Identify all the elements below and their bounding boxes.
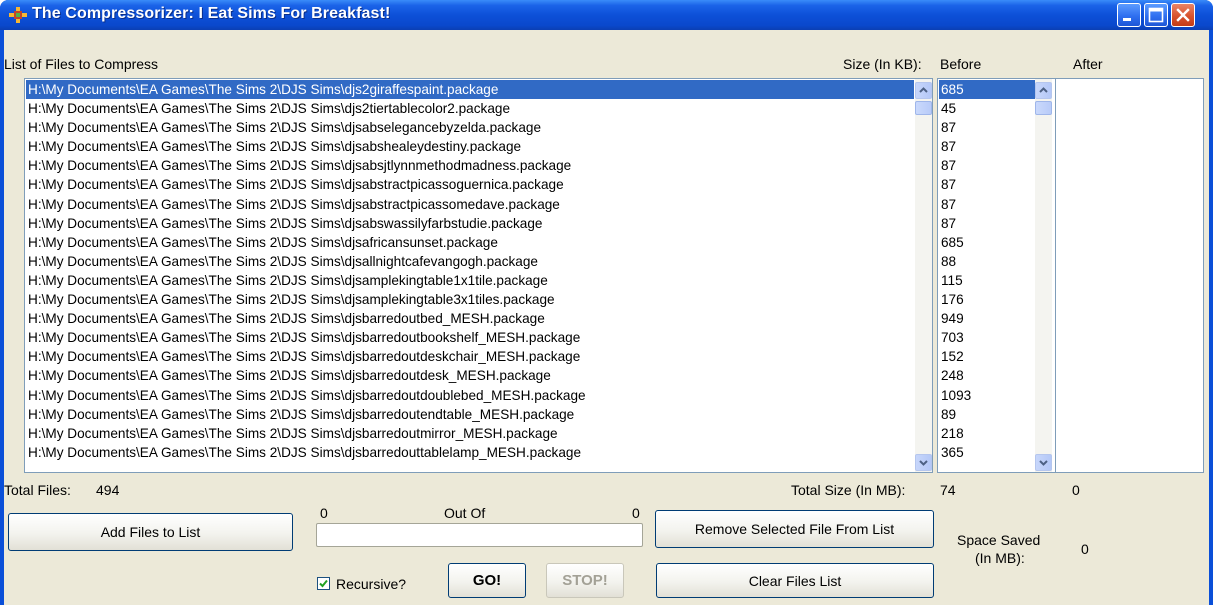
before-size-item[interactable]: 87 — [939, 156, 1049, 175]
progress-bar — [316, 523, 643, 547]
file-list-item[interactable]: H:\My Documents\EA Games\The Sims 2\DJS … — [26, 347, 914, 366]
app-icon — [9, 7, 27, 23]
files-list-label: List of Files to Compress — [4, 56, 159, 72]
maximize-button[interactable] — [1144, 3, 1168, 27]
total-size-after-value: 0 — [1072, 482, 1080, 498]
before-size-item[interactable]: 703 — [939, 328, 1049, 347]
minimize-button[interactable] — [1117, 3, 1141, 27]
total-size-label: Total Size (In MB): — [791, 482, 906, 498]
file-list-item[interactable]: H:\My Documents\EA Games\The Sims 2\DJS … — [26, 290, 914, 309]
file-list-item[interactable]: H:\My Documents\EA Games\The Sims 2\DJS … — [26, 386, 914, 405]
after-column-label: After — [1073, 56, 1103, 72]
file-list-item[interactable]: H:\My Documents\EA Games\The Sims 2\DJS … — [26, 80, 914, 100]
before-size-item[interactable]: 87 — [939, 214, 1049, 233]
file-list-item[interactable]: H:\My Documents\EA Games\The Sims 2\DJS … — [26, 156, 914, 175]
progress-total: 0 — [632, 505, 640, 521]
file-list-item[interactable]: H:\My Documents\EA Games\The Sims 2\DJS … — [26, 405, 914, 424]
space-saved-label-line1: Space Saved — [957, 532, 1041, 548]
recursive-check-box[interactable] — [317, 577, 330, 590]
file-list-item[interactable]: H:\My Documents\EA Games\The Sims 2\DJS … — [26, 118, 914, 137]
total-files-value: 494 — [96, 482, 120, 498]
go-button[interactable]: GO! — [448, 563, 526, 598]
file-list-item[interactable]: H:\My Documents\EA Games\The Sims 2\DJS … — [26, 195, 914, 214]
before-size-rows: 685 45 87 87 87 87 87 87 685 88 115 176 949 703 152 248… — [939, 80, 1049, 462]
file-list-item[interactable]: H:\My Documents\EA Games\The Sims 2\DJS … — [26, 443, 914, 462]
title-bar[interactable]: The Compressorizer: I Eat Sims For Break… — [0, 0, 1213, 30]
total-size-before-value: 74 — [940, 482, 956, 498]
before-size-item[interactable]: 88 — [939, 252, 1049, 271]
before-size-item[interactable]: 248 — [939, 366, 1049, 385]
after-size-listbox[interactable] — [1055, 78, 1204, 473]
maximize-icon — [1148, 7, 1164, 23]
total-files-label: Total Files: — [4, 482, 71, 498]
stop-button[interactable]: STOP! — [546, 563, 624, 598]
file-listbox[interactable]: H:\My Documents\EA Games\The Sims 2\DJS … — [24, 78, 933, 473]
file-list-scroll-up[interactable] — [915, 82, 932, 99]
space-saved-value: 0 — [1081, 541, 1089, 557]
chevron-down-icon — [919, 460, 928, 466]
size-list-scroll-thumb[interactable] — [1035, 101, 1052, 115]
before-size-item[interactable]: 176 — [939, 290, 1049, 309]
remove-selected-button[interactable]: Remove Selected File From List — [655, 510, 934, 548]
file-list-scroll-thumb[interactable] — [915, 101, 932, 115]
checkmark-icon — [319, 579, 328, 588]
recursive-checkbox[interactable]: Recursive? — [317, 574, 437, 594]
before-size-item[interactable]: 685 — [939, 80, 1049, 100]
client-area: List of Files to Compress Size (In KB): … — [4, 30, 1209, 605]
before-size-item[interactable]: 1093 — [939, 386, 1049, 405]
file-list-item[interactable]: H:\My Documents\EA Games\The Sims 2\DJS … — [26, 271, 914, 290]
before-size-item[interactable]: 87 — [939, 175, 1049, 194]
before-size-item[interactable]: 89 — [939, 405, 1049, 424]
before-column-label: Before — [940, 56, 982, 72]
chevron-up-icon — [1039, 87, 1048, 93]
size-list-scroll-down[interactable] — [1035, 454, 1052, 471]
before-size-item[interactable]: 87 — [939, 195, 1049, 214]
clear-files-button[interactable]: Clear Files List — [656, 563, 934, 598]
file-list-item[interactable]: H:\My Documents\EA Games\The Sims 2\DJS … — [26, 328, 914, 347]
file-list-item[interactable]: H:\My Documents\EA Games\The Sims 2\DJS … — [26, 252, 914, 271]
close-button[interactable] — [1171, 3, 1195, 27]
file-list-item[interactable]: H:\My Documents\EA Games\The Sims 2\DJS … — [26, 424, 914, 443]
size-list-scroll-up[interactable] — [1035, 82, 1052, 99]
progress-out-of-label: Out Of — [444, 505, 486, 521]
file-list-item[interactable]: H:\My Documents\EA Games\The Sims 2\DJS … — [26, 233, 914, 252]
file-list-scrollbar[interactable] — [915, 79, 932, 472]
before-size-item[interactable]: 87 — [939, 118, 1049, 137]
file-list-item[interactable]: H:\My Documents\EA Games\The Sims 2\DJS … — [26, 366, 914, 385]
progress-current: 0 — [320, 505, 328, 521]
space-saved-label-line2: (In MB): — [975, 550, 1025, 566]
file-list-scroll-down[interactable] — [915, 454, 932, 471]
chevron-up-icon — [919, 87, 928, 93]
file-list-item[interactable]: H:\My Documents\EA Games\The Sims 2\DJS … — [26, 309, 914, 328]
before-size-item[interactable]: 218 — [939, 424, 1049, 443]
window-title: The Compressorizer: I Eat Sims For Break… — [32, 5, 391, 22]
app-window: The Compressorizer: I Eat Sims For Break… — [0, 0, 1213, 605]
before-size-item[interactable]: 87 — [939, 137, 1049, 156]
before-size-item[interactable]: 45 — [939, 99, 1049, 118]
file-list-item[interactable]: H:\My Documents\EA Games\The Sims 2\DJS … — [26, 214, 914, 233]
file-list-item[interactable]: H:\My Documents\EA Games\The Sims 2\DJS … — [26, 137, 914, 156]
add-files-button[interactable]: Add Files to List — [8, 513, 293, 551]
close-icon — [1176, 8, 1190, 22]
before-size-item[interactable]: 365 — [939, 443, 1049, 462]
before-size-item[interactable]: 152 — [939, 347, 1049, 366]
size-label: Size (In KB): — [843, 56, 922, 72]
before-size-item[interactable]: 685 — [939, 233, 1049, 252]
before-size-item[interactable]: 949 — [939, 309, 1049, 328]
file-list-item[interactable]: H:\My Documents\EA Games\The Sims 2\DJS … — [26, 99, 914, 118]
file-list-item[interactable]: H:\My Documents\EA Games\The Sims 2\DJS … — [26, 175, 914, 194]
recursive-label: Recursive? — [336, 576, 407, 592]
before-size-listbox[interactable]: 685 45 87 87 87 87 87 87 685 88 115 176 949 703 152 248… — [937, 78, 1068, 473]
size-list-scrollbar[interactable] — [1035, 79, 1052, 472]
file-list-rows: H:\My Documents\EA Games\The Sims 2\DJS … — [26, 80, 914, 462]
minimize-icon — [1123, 18, 1131, 21]
before-size-item[interactable]: 115 — [939, 271, 1049, 290]
chevron-down-icon — [1039, 460, 1048, 466]
